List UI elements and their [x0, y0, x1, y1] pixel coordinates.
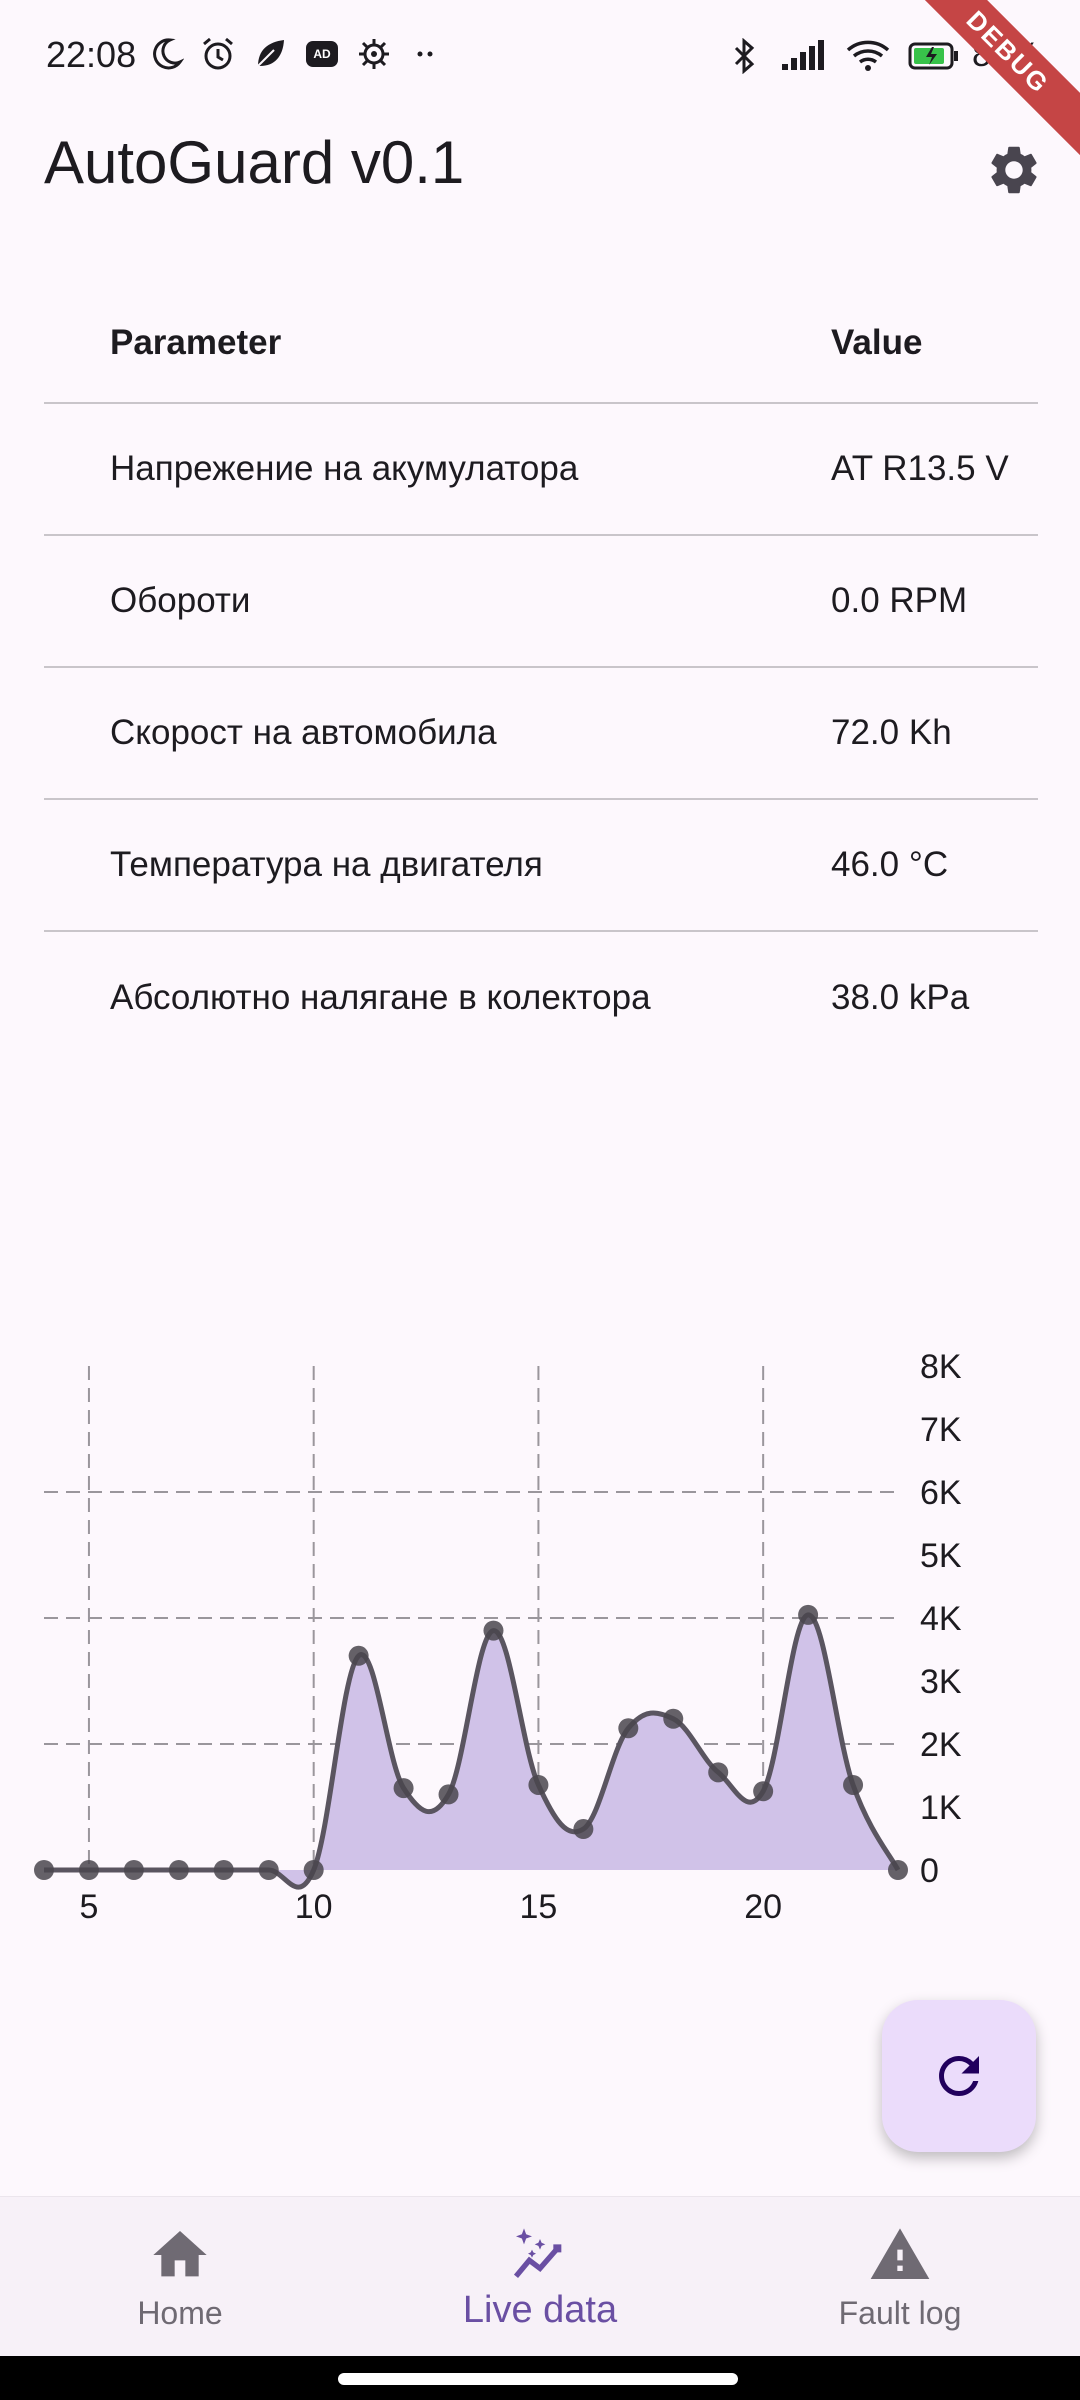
sparkle-chart-icon [513, 2228, 562, 2279]
chart-data-point [888, 1860, 908, 1880]
status-bar: 22:08 AD 80% [0, 0, 1080, 110]
svg-text:AD: AD [313, 47, 331, 61]
refresh-button[interactable] [882, 2000, 1036, 2152]
chart-data-point [34, 1860, 54, 1880]
chart-data-point [78, 1860, 99, 1880]
leaf-icon [257, 40, 284, 67]
chart-data-point [618, 1718, 639, 1739]
header-value: Value [831, 323, 923, 362]
chart-data-point [348, 1645, 369, 1666]
row-parameter: Обороти [110, 581, 251, 620]
y-tick-label: 4K [920, 1600, 962, 1638]
bottom-navigation: Home Live data Fault log [0, 2196, 1080, 2356]
chart-data-point [438, 1784, 459, 1805]
gear-icon [991, 146, 1037, 194]
chart-data-point [708, 1762, 729, 1783]
table-row: Температура на двигателя 46.0 °C [44, 800, 1038, 932]
table-row: Напрежение на акумулатора AT R13.5 V [44, 404, 1038, 536]
chart-data-point [483, 1620, 504, 1641]
chart-data-point [843, 1774, 864, 1795]
y-tick-label: 8K [920, 1348, 962, 1386]
x-tick-label: 20 [744, 1888, 782, 1926]
chart-svg: 5 10 15 20 0 1K 2K 3K 4K 5K 6K 7K 8K [34, 1348, 962, 1926]
table-row: Обороти 0.0 RPM [44, 536, 1038, 668]
chart-data-point [753, 1781, 774, 1802]
status-time: 22:08 [46, 34, 137, 75]
app-title: AutoGuard v0.1 [44, 129, 465, 196]
parameters-table: Parameter Value Напрежение на акумулатор… [44, 284, 1038, 1064]
nav-item-home[interactable]: Home [0, 2197, 360, 2356]
table-header: Parameter Value [44, 284, 1038, 404]
row-parameter: Скорост на автомобила [110, 713, 497, 752]
nav-label-fault-log: Fault log [838, 2295, 962, 2331]
chart-data-point [123, 1860, 144, 1880]
nav-label-home: Home [137, 2295, 223, 2331]
gesture-bar[interactable] [338, 2373, 738, 2385]
wifi-icon [846, 40, 890, 71]
signal-icon [781, 39, 824, 70]
row-parameter: Напрежение на акумулатора [110, 449, 579, 488]
x-tick-label: 10 [295, 1888, 333, 1926]
chart-data-point [798, 1604, 819, 1625]
alarm-icon [203, 37, 233, 70]
table-row: Абсолютно налягане в колектора 38.0 kPa [44, 932, 1038, 1064]
nav-label-live-data: Live data [462, 2289, 618, 2331]
row-value: AT R13.5 V [831, 449, 1009, 488]
y-tick-label: 1K [920, 1789, 962, 1827]
battery-icon [908, 42, 958, 69]
y-tick-label: 6K [920, 1474, 962, 1512]
settings-button[interactable] [982, 138, 1046, 202]
refresh-icon [939, 2056, 979, 2096]
moon-icon [153, 38, 184, 70]
x-tick-label: 5 [79, 1888, 98, 1926]
header-parameter: Parameter [110, 323, 282, 362]
y-tick-label: 3K [920, 1663, 962, 1701]
chart-data-point [663, 1708, 684, 1729]
x-tick-label: 15 [520, 1888, 558, 1926]
live-data-chart: 5 10 15 20 0 1K 2K 3K 4K 5K 6K 7K 8K [0, 1330, 1080, 1950]
chart-data-point [258, 1860, 279, 1880]
nav-item-live-data[interactable]: Live data [360, 2197, 720, 2356]
table-row: Скорост на автомобила 72.0 Kh [44, 668, 1038, 800]
row-value: 46.0 °C [831, 845, 949, 884]
chart-data-point [303, 1860, 324, 1880]
nav-item-fault-log[interactable]: Fault log [720, 2197, 1080, 2356]
chart-data-point [168, 1860, 189, 1880]
gear-icon [359, 39, 389, 69]
chart-data-point [528, 1774, 549, 1795]
gesture-area [0, 2356, 1080, 2400]
bluetooth-icon [734, 37, 755, 74]
y-tick-label: 7K [920, 1411, 962, 1449]
y-tick-label: 0 [920, 1852, 939, 1890]
status-left-icons: AD [148, 36, 444, 72]
chart-data-point [213, 1860, 234, 1880]
y-tick-label: 5K [920, 1537, 962, 1575]
more-dots-icon [417, 51, 433, 57]
row-parameter: Абсолютно налягане в колектора [110, 978, 651, 1017]
chart-area-fill [44, 1614, 898, 1888]
warning-icon [870, 2228, 930, 2279]
chart-data-point [573, 1819, 594, 1840]
row-value: 0.0 RPM [831, 581, 968, 620]
y-tick-label: 2K [920, 1726, 962, 1764]
row-value: 38.0 kPa [831, 978, 970, 1017]
row-value: 72.0 Kh [831, 713, 952, 752]
row-parameter: Температура на двигателя [110, 845, 543, 884]
chart-data-point [393, 1778, 414, 1799]
adblock-icon: AD [306, 41, 338, 67]
home-icon [153, 2231, 207, 2277]
